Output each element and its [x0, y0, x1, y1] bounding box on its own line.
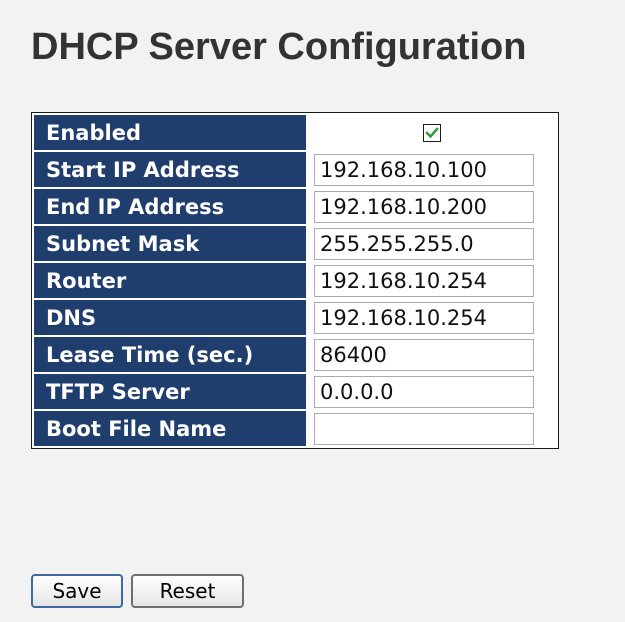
end-ip-cell — [308, 189, 556, 224]
router-input[interactable] — [314, 264, 534, 297]
enabled-cell — [308, 115, 556, 150]
row-lease-time: Lease Time (sec.) — [34, 337, 556, 372]
lease-time-input[interactable] — [314, 338, 534, 371]
start-ip-cell — [308, 152, 556, 187]
page-title: DHCP Server Configuration — [31, 26, 527, 68]
tftp-server-input[interactable] — [314, 375, 534, 408]
boot-file-name-cell — [308, 411, 556, 446]
router-cell — [308, 263, 556, 298]
enabled-label: Enabled — [34, 115, 306, 150]
row-subnet-mask: Subnet Mask — [34, 226, 556, 261]
enabled-checkbox[interactable] — [423, 124, 441, 143]
row-boot-file-name: Boot File Name — [34, 411, 556, 446]
dns-input[interactable] — [314, 301, 534, 334]
end-ip-label: End IP Address — [34, 189, 306, 224]
subnet-mask-cell — [308, 226, 556, 261]
lease-time-label: Lease Time (sec.) — [34, 337, 306, 372]
lease-time-cell — [308, 337, 556, 372]
row-enabled: Enabled — [34, 115, 556, 150]
tftp-server-label: TFTP Server — [34, 374, 306, 409]
boot-file-name-input[interactable] — [314, 412, 534, 445]
dns-label: DNS — [34, 300, 306, 335]
row-start-ip: Start IP Address — [34, 152, 556, 187]
row-dns: DNS — [34, 300, 556, 335]
checkmark-icon — [425, 127, 439, 139]
tftp-server-cell — [308, 374, 556, 409]
subnet-mask-label: Subnet Mask — [34, 226, 306, 261]
reset-button[interactable]: Reset — [131, 574, 244, 608]
subnet-mask-input[interactable] — [314, 227, 534, 260]
router-label: Router — [34, 263, 306, 298]
start-ip-label: Start IP Address — [34, 152, 306, 187]
dhcp-config-table: Enabled Start IP Address End IP Address — [31, 112, 559, 449]
boot-file-name-label: Boot File Name — [34, 411, 306, 446]
row-end-ip: End IP Address — [34, 189, 556, 224]
end-ip-input[interactable] — [314, 190, 534, 223]
start-ip-input[interactable] — [314, 153, 534, 186]
row-tftp-server: TFTP Server — [34, 374, 556, 409]
row-router: Router — [34, 263, 556, 298]
save-button[interactable]: Save — [31, 574, 123, 608]
dns-cell — [308, 300, 556, 335]
